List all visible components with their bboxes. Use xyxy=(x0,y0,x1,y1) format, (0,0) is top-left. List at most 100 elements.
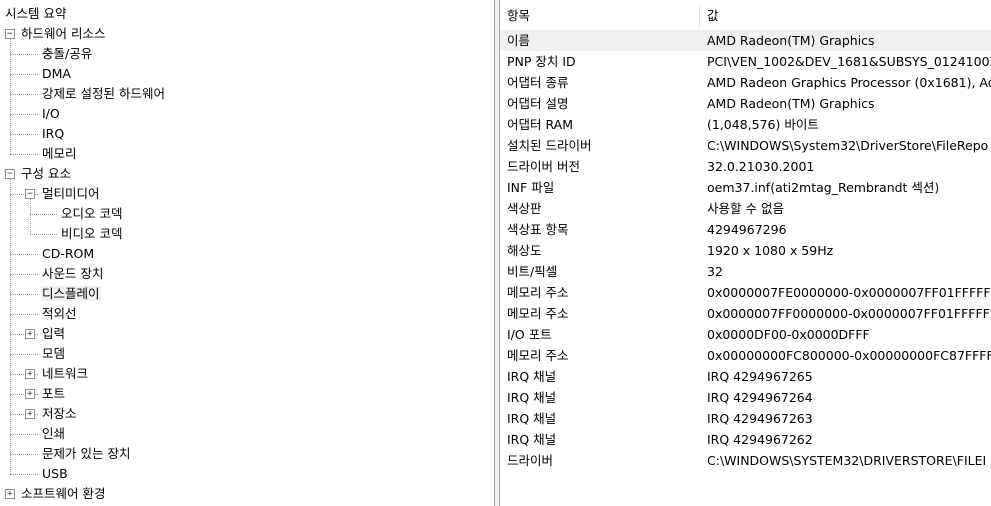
tree-node[interactable]: 비디오 코덱 xyxy=(60,224,123,244)
tree-connector xyxy=(10,354,38,355)
cell-item: PNP 장치 ID xyxy=(507,54,576,69)
tree-node[interactable]: IRQ xyxy=(41,124,65,144)
tree-node[interactable]: 시스템 요약 xyxy=(4,4,67,24)
table-row[interactable]: 드라이버 C:\WINDOWS\SYSTEM32\DRIVERSTORE\FILE… xyxy=(500,450,991,471)
table-row[interactable]: 이름 AMD Radeon(TM) Graphics xyxy=(500,30,991,51)
tree-node[interactable]: 멀티미디어 xyxy=(41,184,101,204)
table-row[interactable]: IRQ 채널 IRQ 4294967265 xyxy=(500,366,991,387)
cell-item: 어댑터 종류 xyxy=(507,75,569,90)
tree-connector xyxy=(10,254,38,255)
collapse-icon[interactable]: − xyxy=(25,189,35,199)
table-row[interactable]: 드라이버 버전 32.0.21030.2001 xyxy=(500,156,991,177)
tree-node[interactable]: 인쇄 xyxy=(41,424,66,444)
tree-node[interactable]: 사운드 장치 xyxy=(41,264,104,284)
tree-node-label: 사운드 장치 xyxy=(42,266,104,281)
details-list[interactable]: 항목 값 이름 AMD Radeon(TM) Graphics PNP 장치 ID P… xyxy=(500,0,991,506)
table-row[interactable]: 비트/픽셀 32 xyxy=(500,261,991,282)
tree-node[interactable]: CD-ROM xyxy=(41,244,95,264)
cell-value: AMD Radeon(TM) Graphics xyxy=(707,33,875,48)
column-header-value[interactable]: 값 xyxy=(707,0,719,30)
cell-item: IRQ 채널 xyxy=(507,432,557,447)
tree-node-label: CD-ROM xyxy=(42,246,95,261)
tree-node-label: 적외선 xyxy=(42,306,77,321)
expand-icon[interactable]: + xyxy=(25,409,35,419)
tree-node-label: 비디오 코덱 xyxy=(61,226,123,241)
tree-connector xyxy=(10,274,38,275)
expand-icon[interactable]: + xyxy=(5,489,15,499)
cell-value: IRQ 4294967263 xyxy=(707,411,813,426)
cell-item: 이름 xyxy=(507,33,531,48)
tree-connector xyxy=(10,114,38,115)
table-row[interactable]: 메모리 주소 0x00000000FC800000-0x00000000FC87F… xyxy=(500,345,991,366)
cell-value: oem37.inf(ati2mtag_Rembrandt 섹션) xyxy=(707,180,940,195)
tree-node[interactable]: 포트 xyxy=(41,384,66,404)
tree-node-label: 입력 xyxy=(42,326,66,341)
tree-connector xyxy=(10,74,38,75)
tree-node[interactable]: 모뎀 xyxy=(41,344,66,364)
column-divider[interactable] xyxy=(699,6,700,28)
table-row[interactable]: 메모리 주소 0x0000007FE0000000-0x0000007FF01FF… xyxy=(500,282,991,303)
table-row[interactable]: IRQ 채널 IRQ 4294967262 xyxy=(500,429,991,450)
tree-node[interactable]: 입력 xyxy=(41,324,66,344)
tree-node[interactable]: 적외선 xyxy=(41,304,78,324)
expand-icon[interactable]: + xyxy=(25,329,35,339)
expand-icon[interactable]: + xyxy=(25,389,35,399)
table-row[interactable]: INF 파일 oem37.inf(ati2mtag_Rembrandt 섹션) xyxy=(500,177,991,198)
tree-node[interactable]: 충돌/공유 xyxy=(41,44,93,64)
tree-node[interactable]: 디스플레이 xyxy=(41,284,101,304)
cell-item: 메모리 주소 xyxy=(507,348,569,363)
tree-node-label: 모뎀 xyxy=(42,346,66,361)
table-row[interactable]: 설치된 드라이버 C:\WINDOWS\System32\DriverStore\… xyxy=(500,135,991,156)
tree-node-label: USB xyxy=(42,466,68,481)
table-row[interactable]: PNP 장치 ID PCI\VEN_1002&DEV_1681&SUBSYS_01… xyxy=(500,51,991,72)
cell-value: 사용할 수 없음 xyxy=(707,201,784,216)
cell-item: 메모리 주소 xyxy=(507,285,569,300)
tree-node[interactable]: 저장소 xyxy=(41,404,78,424)
tree-node[interactable]: 소프트웨어 환경 xyxy=(20,484,106,504)
table-row[interactable]: 어댑터 설명 AMD Radeon(TM) Graphics xyxy=(500,93,991,114)
tree-guide xyxy=(30,199,31,234)
cell-value: IRQ 4294967262 xyxy=(707,432,813,447)
table-row[interactable]: IRQ 채널 IRQ 4294967264 xyxy=(500,387,991,408)
tree-node[interactable]: 네트워크 xyxy=(41,364,89,384)
table-row[interactable]: 해상도 1920 x 1080 x 59Hz xyxy=(500,240,991,261)
tree-node[interactable]: 문제가 있는 장치 xyxy=(41,444,131,464)
tree-node[interactable]: 강제로 설정된 하드웨어 xyxy=(41,84,166,104)
tree-node-label: 멀티미디어 xyxy=(42,186,100,201)
table-row[interactable]: IRQ 채널 IRQ 4294967263 xyxy=(500,408,991,429)
collapse-icon[interactable]: − xyxy=(5,29,15,39)
tree-node[interactable]: I/O xyxy=(41,104,61,124)
table-row[interactable]: 메모리 주소 0x0000007FF0000000-0x0000007FF01FF… xyxy=(500,303,991,324)
tree-node-label: 강제로 설정된 하드웨어 xyxy=(42,86,165,101)
tree-node[interactable]: USB xyxy=(41,464,69,484)
table-row[interactable]: 어댑터 종류 AMD Radeon Graphics Processor (0x1… xyxy=(500,72,991,93)
tree-connector xyxy=(10,294,38,295)
category-tree[interactable]: 시스템 요약 하드웨어 리소스 − 충돌/공유 DMA 강제로 설정된 하드웨어 I/O IR… xyxy=(0,0,495,506)
tree-node[interactable]: 메모리 xyxy=(41,144,78,164)
cell-value: 32.0.21030.2001 xyxy=(707,159,815,174)
tree-node-label: 포트 xyxy=(42,386,66,401)
tree-node[interactable]: 하드웨어 리소스 xyxy=(20,24,106,44)
tree-guide xyxy=(10,179,11,474)
tree-connector xyxy=(10,434,38,435)
tree-connector xyxy=(10,94,38,95)
tree-node-label: 디스플레이 xyxy=(41,286,101,301)
collapse-icon[interactable]: − xyxy=(5,169,15,179)
tree-node[interactable]: 오디오 코덱 xyxy=(60,204,123,224)
cell-item: 설치된 드라이버 xyxy=(507,138,592,153)
column-header-item[interactable]: 항목 xyxy=(507,0,530,30)
cell-item: INF 파일 xyxy=(507,180,555,195)
table-row[interactable]: 색상표 항목 4294967296 xyxy=(500,219,991,240)
table-row[interactable]: I/O 포트 0x0000DF00-0x0000DFFF xyxy=(500,324,991,345)
tree-node-label: 충돌/공유 xyxy=(42,46,93,61)
tree-node-label: 오디오 코덱 xyxy=(61,206,123,221)
tree-node-label: IRQ xyxy=(42,126,65,141)
cell-value: 0x0000007FE0000000-0x0000007FF01FFFFF xyxy=(707,285,991,300)
table-row[interactable]: 색상판 사용할 수 없음 xyxy=(500,198,991,219)
tree-node[interactable]: DMA xyxy=(41,64,72,84)
tree-connector xyxy=(30,214,57,215)
tree-guide xyxy=(10,39,11,154)
tree-node[interactable]: 구성 요소 xyxy=(20,164,72,184)
table-row[interactable]: 어댑터 RAM (1,048,576) 바이트 xyxy=(500,114,991,135)
expand-icon[interactable]: + xyxy=(25,369,35,379)
